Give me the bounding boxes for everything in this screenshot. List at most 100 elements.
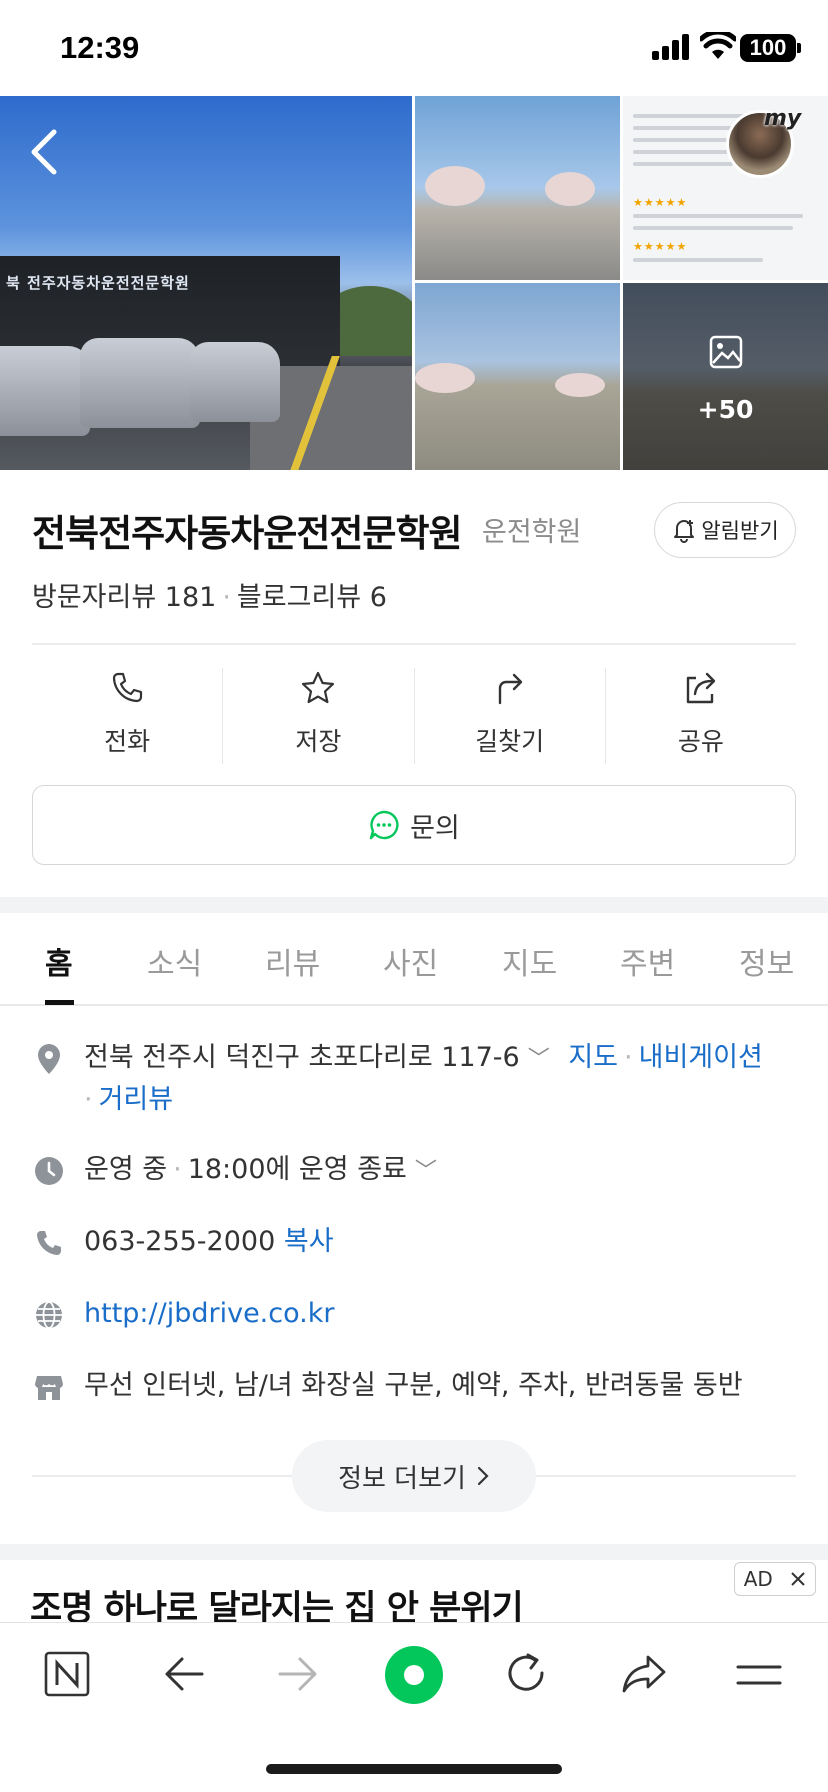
- phone-row: 063-255-2000 복사: [84, 1222, 334, 1262]
- image-icon: [709, 335, 743, 369]
- photo-tree: [555, 373, 605, 397]
- website-row: http://jbdrive.co.kr: [84, 1294, 334, 1334]
- call-label: 전화: [104, 727, 151, 756]
- back-arrow-icon[interactable]: [26, 126, 62, 178]
- tab-reviews[interactable]: 리뷰: [265, 939, 320, 983]
- call-button[interactable]: 전화: [32, 668, 224, 764]
- photo-tree: [425, 166, 485, 206]
- photo-van: [0, 346, 90, 436]
- tab-bar: 홈 소식 리뷰 사진 지도 주변 정보: [0, 913, 828, 1006]
- photo-dim-overlay: [623, 283, 828, 470]
- review-text-line: [633, 162, 733, 166]
- save-button[interactable]: 저장: [223, 668, 415, 764]
- chevron-down-icon[interactable]: ﹀: [528, 1047, 550, 1072]
- chevron-right-icon: [477, 1466, 489, 1486]
- close-icon[interactable]: [790, 1571, 806, 1587]
- share-label: 공유: [677, 727, 724, 756]
- share-icon: [686, 672, 716, 704]
- website-link[interactable]: http://jbdrive.co.kr: [84, 1298, 334, 1329]
- refresh-icon[interactable]: [504, 1651, 550, 1697]
- ad-badge[interactable]: AD: [734, 1562, 816, 1596]
- status-bar: 12:39 100: [0, 0, 828, 96]
- hours-detail: 18:00에 운영 종료: [187, 1154, 407, 1185]
- location-pin-icon: [38, 1044, 60, 1074]
- directions-label: 길찾기: [475, 727, 545, 756]
- globe-icon: [36, 1301, 62, 1329]
- section-separator: [0, 897, 828, 913]
- review-text-line: [633, 226, 793, 230]
- active-tab-indicator: [45, 1000, 74, 1005]
- amenities-text: 무선 인터넷, 남/녀 화장실 구분, 예약, 주차, 반려동물 동반: [84, 1370, 743, 1401]
- photo-van: [80, 338, 200, 428]
- more-info-button[interactable]: 정보 더보기: [292, 1440, 536, 1512]
- directions-button[interactable]: 길찾기: [415, 668, 606, 764]
- gallery-photo-2[interactable]: [415, 96, 620, 280]
- photo-van: [190, 342, 280, 422]
- photo-gallery[interactable]: 북 전주자동차운전전문학원 ★★★★★ ★★★★★ +50: [0, 96, 828, 470]
- chevron-down-icon[interactable]: ﹀: [415, 1159, 437, 1184]
- more-photos-count: +50: [697, 395, 754, 424]
- phone-icon: [113, 672, 143, 703]
- separator-dot: ·: [173, 1154, 182, 1185]
- tab-info[interactable]: 정보: [739, 939, 794, 983]
- share-arrow-icon[interactable]: [620, 1651, 668, 1697]
- separator-dot: ·: [84, 1084, 93, 1115]
- address-row: 전북 전주시 덕진구 초포다리로 117-6 ﹀ 지도 · 내비게이션 · 거리뷰: [84, 1038, 796, 1120]
- status-time: 12:39: [60, 30, 140, 65]
- tab-photos[interactable]: 사진: [383, 939, 438, 983]
- battery-indicator: 100: [740, 34, 796, 62]
- action-bar: 전화 저장 길찾기 공유: [32, 668, 796, 764]
- photo-tree: [545, 172, 595, 206]
- place-title: 전북전주자동차운전전문학원: [32, 512, 463, 555]
- alarm-button-label: 알림받기: [701, 519, 779, 543]
- bell-plus-icon: [674, 520, 695, 543]
- visitor-reviews-link[interactable]: 방문자리뷰 181: [32, 582, 216, 613]
- gallery-photo-main[interactable]: 북 전주자동차운전전문학원: [0, 96, 412, 470]
- separator-dot: ·: [624, 1042, 633, 1073]
- tab-map[interactable]: 지도: [502, 939, 557, 983]
- blog-reviews-link[interactable]: 블로그리뷰 6: [237, 582, 387, 613]
- inquiry-label: 문의: [410, 812, 460, 844]
- ad-label: AD: [743, 1567, 773, 1591]
- street-view-link[interactable]: 거리뷰: [99, 1084, 174, 1115]
- tab-nearby[interactable]: 주변: [620, 939, 675, 983]
- review-stars: ★★★★★: [633, 196, 688, 209]
- chat-bubble-icon: [369, 810, 399, 840]
- alarm-button[interactable]: 알림받기: [654, 502, 796, 558]
- inquiry-button[interactable]: 문의: [32, 785, 796, 865]
- directions-icon: [498, 673, 522, 705]
- home-indicator[interactable]: [266, 1764, 562, 1774]
- phone-icon: [37, 1231, 61, 1255]
- back-arrow-icon[interactable]: [162, 1651, 206, 1697]
- battery-cap: [797, 43, 801, 53]
- forward-arrow-icon[interactable]: [276, 1651, 320, 1697]
- place-category: 운전학원: [482, 517, 582, 548]
- review-text-line: [633, 214, 803, 218]
- separator-dot: ·: [222, 582, 231, 613]
- photo-tree: [415, 363, 475, 393]
- tab-home[interactable]: 홈: [45, 939, 73, 983]
- hours-row[interactable]: 운영 중 · 18:00에 운영 종료 ﹀: [84, 1150, 437, 1192]
- naver-home-icon[interactable]: [44, 1651, 90, 1697]
- hours-status: 운영 중: [84, 1154, 168, 1185]
- phone-number[interactable]: 063-255-2000: [84, 1226, 275, 1257]
- store-icon: [35, 1376, 63, 1400]
- green-dot-button-icon[interactable]: [384, 1645, 444, 1705]
- divider: [32, 643, 796, 645]
- wifi-icon: [700, 32, 736, 59]
- copy-link[interactable]: 복사: [284, 1226, 334, 1257]
- tab-news[interactable]: 소식: [147, 939, 202, 983]
- section-separator: [0, 1544, 828, 1560]
- address-text: 전북 전주시 덕진구 초포다리로 117-6: [84, 1042, 520, 1073]
- gallery-photo-4[interactable]: [415, 283, 620, 470]
- gallery-photo-more[interactable]: +50: [623, 283, 828, 470]
- menu-icon[interactable]: [736, 1661, 782, 1689]
- share-button[interactable]: 공유: [606, 668, 796, 764]
- navigation-link[interactable]: 내비게이션: [639, 1042, 763, 1073]
- review-text-line: [633, 114, 753, 118]
- star-icon: [302, 671, 335, 704]
- clock-icon: [35, 1157, 63, 1185]
- map-link[interactable]: 지도: [568, 1042, 618, 1073]
- review-stars: ★★★★★: [633, 240, 688, 253]
- photo-building-sign: 북 전주자동차운전전문학원: [6, 274, 190, 292]
